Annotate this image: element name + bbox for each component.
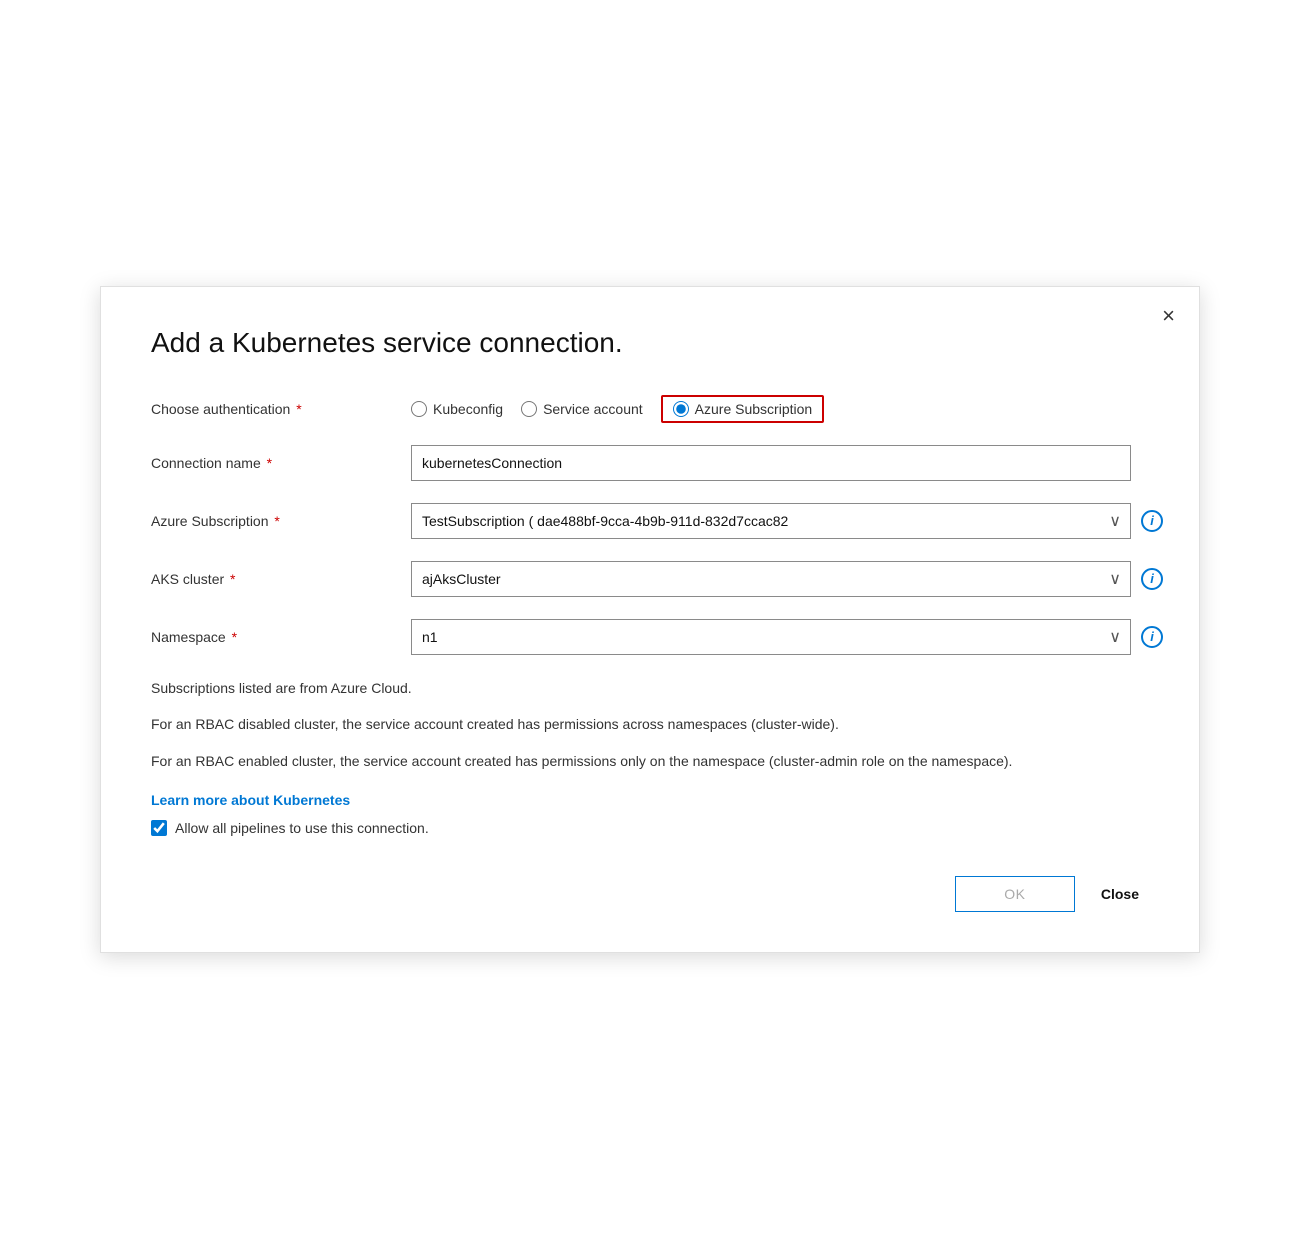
radio-azure-subscription-label: Azure Subscription xyxy=(695,401,813,417)
azure-subscription-control: TestSubscription ( dae488bf-9cca-4b9b-91… xyxy=(411,503,1163,539)
notes-section: Subscriptions listed are from Azure Clou… xyxy=(151,677,1149,772)
dialog-footer: OK Close xyxy=(151,866,1149,912)
namespace-label: Namespace * xyxy=(151,629,411,645)
namespace-info-icon[interactable]: i xyxy=(1141,626,1163,648)
namespace-select[interactable]: n1 xyxy=(411,619,1131,655)
aks-cluster-info-row: ajAksCluster ∨ i xyxy=(411,561,1163,597)
radio-azure-subscription-input[interactable] xyxy=(673,401,689,417)
auth-row: Choose authentication * Kubeconfig Servi… xyxy=(151,395,1149,423)
aks-cluster-label: AKS cluster * xyxy=(151,571,411,587)
aks-cluster-row: AKS cluster * ajAksCluster ∨ i xyxy=(151,561,1149,597)
allow-pipelines-label: Allow all pipelines to use this connecti… xyxy=(175,820,429,836)
azure-subscription-select-wrapper: TestSubscription ( dae488bf-9cca-4b9b-91… xyxy=(411,503,1131,539)
learn-more-link[interactable]: Learn more about Kubernetes xyxy=(151,792,350,808)
radio-kubeconfig[interactable]: Kubeconfig xyxy=(411,401,503,417)
ok-button[interactable]: OK xyxy=(955,876,1075,912)
radio-azure-subscription[interactable]: Azure Subscription xyxy=(661,395,825,423)
namespace-info-row: n1 ∨ i xyxy=(411,619,1163,655)
dialog-title: Add a Kubernetes service connection. xyxy=(151,327,1149,359)
connection-name-row: Connection name * xyxy=(151,445,1149,481)
radio-service-account-label: Service account xyxy=(543,401,643,417)
aks-cluster-select-wrapper: ajAksCluster ∨ xyxy=(411,561,1131,597)
close-icon[interactable]: × xyxy=(1162,305,1175,327)
namespace-control: n1 ∨ i xyxy=(411,619,1163,655)
radio-service-account[interactable]: Service account xyxy=(521,401,643,417)
azure-subscription-info-icon[interactable]: i xyxy=(1141,510,1163,532)
namespace-select-wrapper: n1 ∨ xyxy=(411,619,1131,655)
note-1: Subscriptions listed are from Azure Clou… xyxy=(151,677,1149,699)
connection-name-label: Connection name * xyxy=(151,455,411,471)
radio-kubeconfig-label: Kubeconfig xyxy=(433,401,503,417)
allow-pipelines-row: Allow all pipelines to use this connecti… xyxy=(151,820,1149,836)
close-button[interactable]: Close xyxy=(1091,886,1149,902)
azure-subscription-row: Azure Subscription * TestSubscription ( … xyxy=(151,503,1149,539)
note-3: For an RBAC enabled cluster, the service… xyxy=(151,750,1149,772)
connection-name-input[interactable] xyxy=(411,445,1131,481)
auth-radio-group: Kubeconfig Service account Azure Subscri… xyxy=(411,395,824,423)
namespace-row: Namespace * n1 ∨ i xyxy=(151,619,1149,655)
note-2: For an RBAC disabled cluster, the servic… xyxy=(151,713,1149,735)
dialog-container: × Add a Kubernetes service connection. C… xyxy=(100,286,1200,953)
azure-subscription-select[interactable]: TestSubscription ( dae488bf-9cca-4b9b-91… xyxy=(411,503,1131,539)
aks-cluster-info-icon[interactable]: i xyxy=(1141,568,1163,590)
auth-label: Choose authentication * xyxy=(151,401,411,417)
aks-cluster-control: ajAksCluster ∨ i xyxy=(411,561,1163,597)
connection-name-control xyxy=(411,445,1149,481)
azure-sub-info-row: TestSubscription ( dae488bf-9cca-4b9b-91… xyxy=(411,503,1163,539)
azure-subscription-label: Azure Subscription * xyxy=(151,513,411,529)
aks-cluster-select[interactable]: ajAksCluster xyxy=(411,561,1131,597)
radio-kubeconfig-input[interactable] xyxy=(411,401,427,417)
auth-options-area: Kubeconfig Service account Azure Subscri… xyxy=(411,395,1149,423)
allow-pipelines-checkbox[interactable] xyxy=(151,820,167,836)
radio-service-account-input[interactable] xyxy=(521,401,537,417)
